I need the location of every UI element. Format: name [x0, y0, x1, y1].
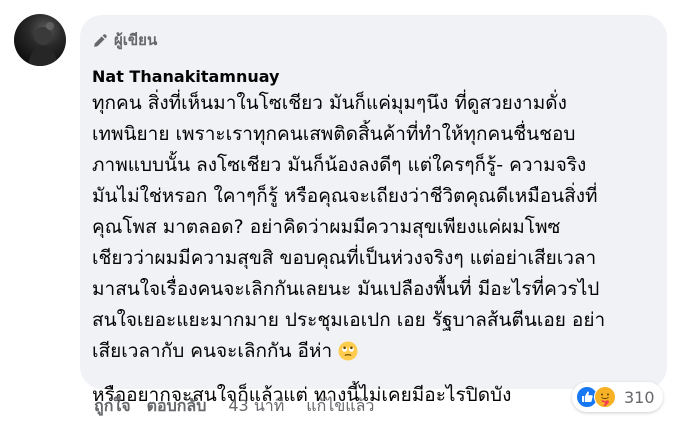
- comment-line: เชียวว่าผมมีความสุขสิ ขอบคุณที่เป็นห่วงจ…: [92, 247, 597, 269]
- comment-line: ทุกคน สิ่งที่เห็นมาในโซเชียว มันก็แค่มุม…: [92, 92, 567, 114]
- face-with-rolling-eyes-icon: [338, 341, 358, 361]
- comment-container: ผู้เขียน Nat Thanakitamnuay ทุกคน สิ่งที…: [0, 0, 700, 431]
- comment-line: มาสนใจเรื่องคนจะเลิกกันเลยนะ มันเปลืองพื…: [92, 278, 600, 300]
- comment-text: ทุกคน สิ่งที่เห็นมาในโซเชียว มันก็แค่มุม…: [92, 88, 662, 411]
- comment-timestamp[interactable]: 43 นาที: [228, 394, 284, 419]
- avatar-photo: [28, 22, 58, 66]
- comment-actions: ถูกใจ ตอบกลับ 43 นาที แก้ไขแล้ว: [94, 394, 374, 419]
- like-button[interactable]: ถูกใจ: [94, 394, 131, 419]
- comment-line: ภาพแบบนั้น ลงโซเชียว มันก็น้องลงดีๆ แต่ใ…: [92, 154, 587, 176]
- comment-line-with-emoji: เสียเวลากับ คนจะเลิกกัน อีห่า: [92, 336, 662, 367]
- reaction-count: 310: [624, 387, 655, 407]
- comment-line: เสียเวลากับ คนจะเลิกกัน อีห่า: [92, 340, 333, 362]
- reaction-summary[interactable]: 310: [572, 382, 663, 412]
- author-badge-label: ผู้เขียน: [114, 31, 158, 49]
- reply-button[interactable]: ตอบกลับ: [147, 394, 207, 419]
- pencil-icon: [94, 33, 107, 47]
- care-reaction-icon: [594, 386, 616, 408]
- comment-bubble: ผู้เขียน Nat Thanakitamnuay ทุกคน สิ่งที…: [80, 15, 667, 406]
- comment-line: มันไม่ใช่หรอก ใคาๆก็รู้ หรือคุณจะเถียงว่…: [92, 185, 598, 207]
- author-badge: ผู้เขียน: [92, 29, 157, 51]
- avatar[interactable]: [14, 14, 66, 66]
- comment-line: เทพนิยาย เพราะเราทุกคนเสพติดสิ้นค้าที่ทำ…: [92, 123, 576, 145]
- comment-line: สนใจเยอะแยะมากมาย ประชุมเอเปก เอย รัฐบาล…: [92, 309, 606, 331]
- comment-line: คุณโพส มาตลอด? อย่าคิดว่าผมมีความสุขเพีย…: [92, 216, 561, 238]
- comment-author-name[interactable]: Nat Thanakitamnuay: [92, 67, 279, 86]
- reaction-icons: [576, 386, 618, 408]
- edited-label[interactable]: แก้ไขแล้ว: [306, 394, 374, 419]
